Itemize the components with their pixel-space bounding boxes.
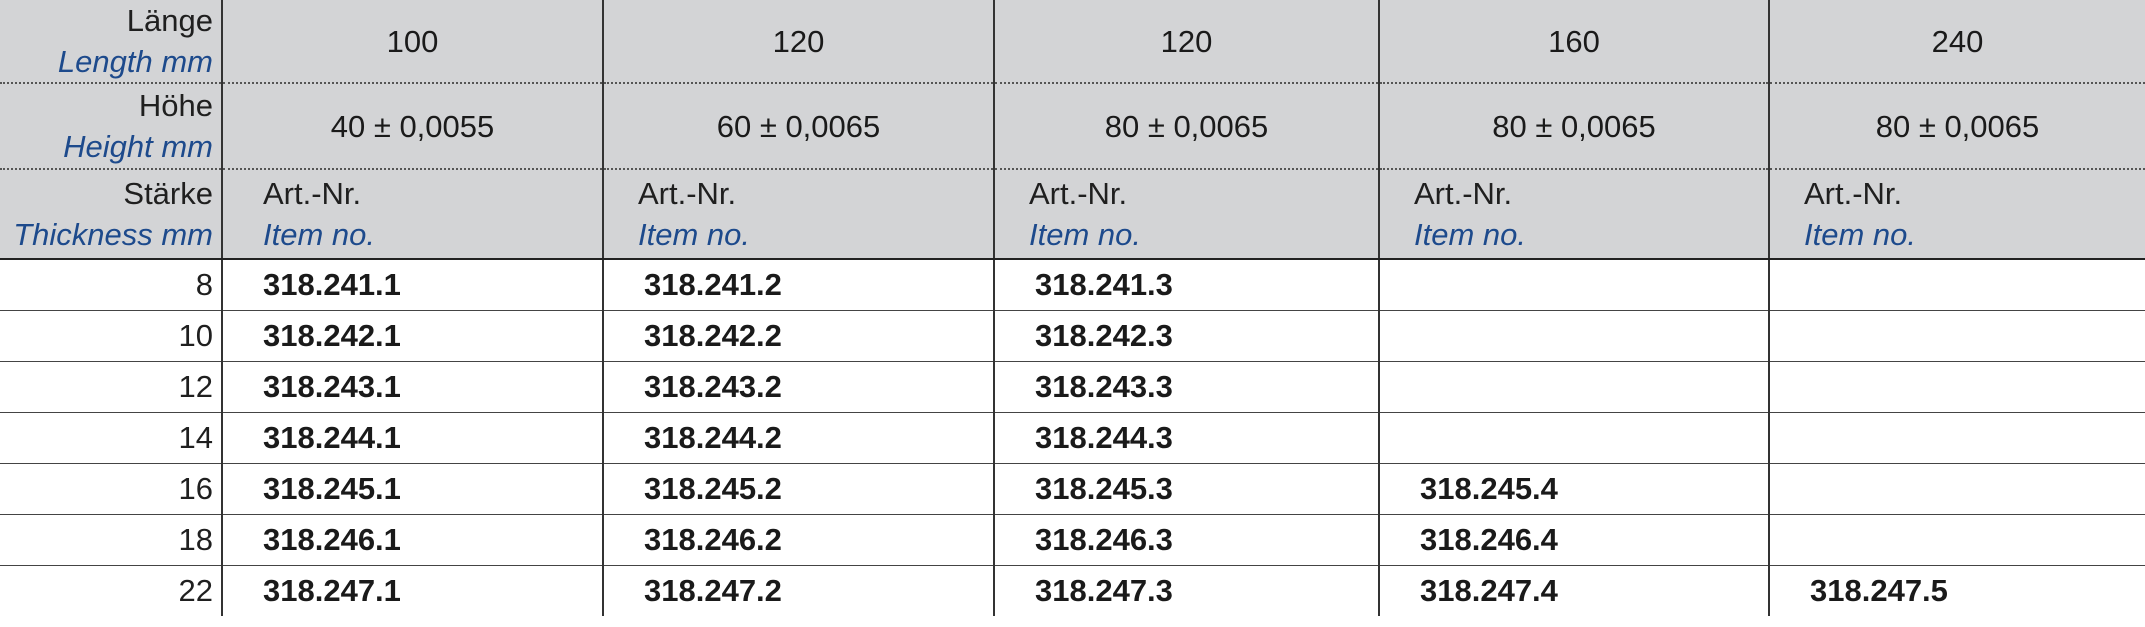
length-value: 160 [1378, 0, 1769, 83]
thickness-cell: 8 [0, 259, 222, 311]
length-label-de: Länge [126, 3, 213, 38]
item-number-cell: 318.245.4 [1378, 463, 1769, 515]
thickness-header-row: Stärke Thickness mm Art.-Nr. Item no. Ar… [0, 168, 2145, 260]
length-value: 120 [993, 0, 1379, 83]
length-header-row: Länge Length mm 100 120 120 160 240 [0, 0, 2145, 83]
item-number-cell: 318.247.1 [221, 565, 603, 616]
item-number-cell: 318.243.1 [221, 361, 603, 413]
table-row: 18 318.246.1 318.246.2 318.246.3 318.246… [0, 514, 2145, 566]
item-number-cell: 318.246.4 [1378, 514, 1769, 566]
length-value: 240 [1768, 0, 2145, 83]
length-value: 100 [221, 0, 603, 83]
height-value: 80 ± 0,0065 [993, 82, 1379, 169]
item-number-cell: 318.247.2 [602, 565, 994, 616]
thickness-label-cell: Stärke Thickness mm [0, 168, 222, 260]
item-number-cell [1378, 361, 1769, 413]
thickness-cell: 14 [0, 412, 222, 464]
table-row: 8 318.241.1 318.241.2 318.241.3 [0, 259, 2145, 311]
item-no-label-de: Art.-Nr. [638, 176, 737, 211]
item-no-label-en: Item no. [1414, 217, 1526, 252]
item-number-cell [1768, 259, 2145, 311]
item-number-cell: 318.246.1 [221, 514, 603, 566]
item-number-cell [1378, 310, 1769, 362]
item-number-cell: 318.246.2 [602, 514, 994, 566]
item-number-cell [1768, 412, 2145, 464]
length-label-en: Length mm [57, 44, 213, 79]
item-number-cell: 318.247.5 [1768, 565, 2145, 616]
table-row: 14 318.244.1 318.244.2 318.244.3 [0, 412, 2145, 464]
table-row: 10 318.242.1 318.242.2 318.242.3 [0, 310, 2145, 362]
item-number-cell: 318.244.1 [221, 412, 603, 464]
item-number-cell: 318.246.3 [993, 514, 1379, 566]
item-number-cell: 318.247.4 [1378, 565, 1769, 616]
item-number-cell: 318.243.2 [602, 361, 994, 413]
item-number-cell [1768, 310, 2145, 362]
item-no-label-en: Item no. [1029, 217, 1141, 252]
item-no-label-en: Item no. [1804, 217, 1916, 252]
table-row: 22 318.247.1 318.247.2 318.247.3 318.247… [0, 565, 2145, 616]
thickness-cell: 16 [0, 463, 222, 515]
thickness-label-de: Stärke [123, 176, 213, 211]
length-value: 120 [602, 0, 994, 83]
item-number-cell [1378, 259, 1769, 311]
table-row: 12 318.243.1 318.243.2 318.243.3 [0, 361, 2145, 413]
item-no-label-en: Item no. [638, 217, 750, 252]
item-no-label-de: Art.-Nr. [263, 176, 362, 211]
height-value: 40 ± 0,0055 [221, 82, 603, 169]
height-label-en: Height mm [63, 129, 213, 164]
item-number-cell: 318.242.1 [221, 310, 603, 362]
height-header-row: Höhe Height mm 40 ± 0,0055 60 ± 0,0065 8… [0, 82, 2145, 169]
item-no-header: Art.-Nr. Item no. [993, 168, 1379, 260]
table-body: 8 318.241.1 318.241.2 318.241.3 10 318.2… [0, 259, 2145, 616]
thickness-cell: 22 [178, 573, 213, 608]
height-value: 80 ± 0,0065 [1768, 82, 2145, 169]
item-no-header: Art.-Nr. Item no. [602, 168, 994, 260]
item-number-cell: 318.242.3 [993, 310, 1379, 362]
item-number-cell: 318.241.2 [602, 259, 994, 311]
item-no-header: Art.-Nr. Item no. [1768, 168, 2145, 260]
item-no-label-de: Art.-Nr. [1029, 176, 1128, 211]
item-no-label-de: Art.-Nr. [1414, 176, 1513, 211]
parallel-pairs-spec-table: Länge Length mm 100 120 120 160 240 Höhe… [0, 0, 2145, 616]
length-label-cell: Länge Length mm [0, 0, 222, 83]
height-label-de: Höhe [138, 88, 213, 123]
item-number-cell [1378, 412, 1769, 464]
item-number-cell: 318.245.3 [993, 463, 1379, 515]
height-value: 80 ± 0,0065 [1378, 82, 1769, 169]
thickness-cell: 18 [0, 514, 222, 566]
item-number-cell: 318.245.2 [602, 463, 994, 515]
item-number-cell [1768, 514, 2145, 566]
item-number-cell: 318.244.3 [993, 412, 1379, 464]
item-no-header: Art.-Nr. Item no. [1378, 168, 1769, 260]
item-no-label-en: Item no. [263, 217, 375, 252]
item-number-cell: 318.241.1 [221, 259, 603, 311]
height-value: 60 ± 0,0065 [602, 82, 994, 169]
item-number-cell [1768, 463, 2145, 515]
thickness-cell: 10 [0, 310, 222, 362]
item-number-cell: 318.247.3 [993, 565, 1379, 616]
item-number-cell: 318.245.1 [221, 463, 603, 515]
thickness-label-en: Thickness mm [13, 217, 213, 252]
item-number-cell: 318.243.3 [993, 361, 1379, 413]
item-number-cell [1768, 361, 2145, 413]
item-no-label-de: Art.-Nr. [1804, 176, 1903, 211]
item-number-cell: 318.242.2 [602, 310, 994, 362]
height-label-cell: Höhe Height mm [0, 82, 222, 169]
table-row: 16 318.245.1 318.245.2 318.245.3 318.245… [0, 463, 2145, 515]
table-header: Länge Length mm 100 120 120 160 240 Höhe… [0, 0, 2145, 260]
item-no-header: Art.-Nr. Item no. [221, 168, 603, 260]
item-number-cell: 318.241.3 [993, 259, 1379, 311]
thickness-cell: 12 [0, 361, 222, 413]
item-number-cell: 318.244.2 [602, 412, 994, 464]
